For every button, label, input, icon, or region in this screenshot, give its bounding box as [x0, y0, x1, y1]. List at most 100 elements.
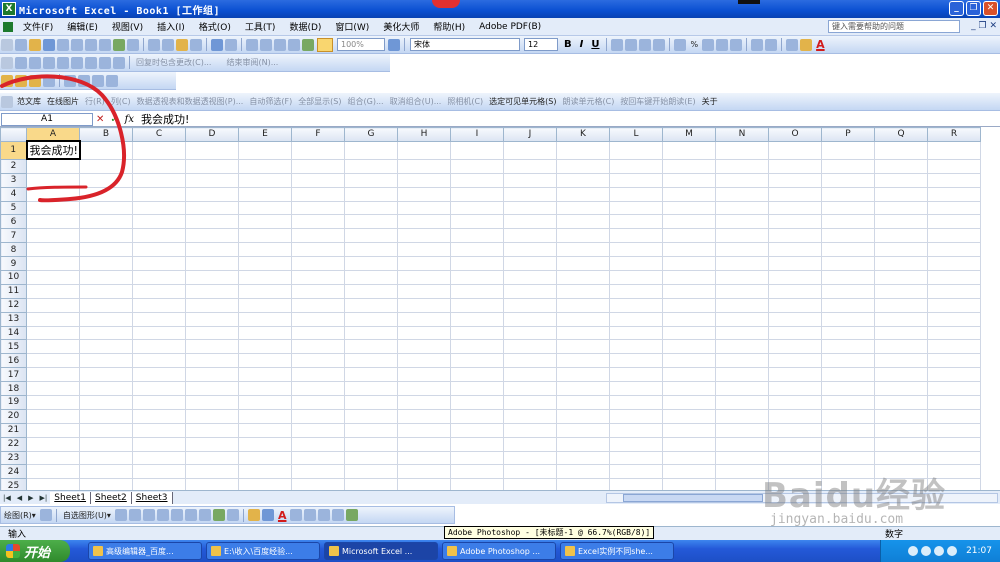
cell-g2[interactable]	[344, 158, 398, 174]
cell-n2[interactable]	[715, 158, 769, 174]
cell-k24[interactable]	[556, 464, 610, 480]
textbox-icon[interactable]	[170, 509, 183, 521]
cell-e18[interactable]	[238, 381, 292, 397]
cell-e20[interactable]	[238, 408, 292, 424]
cell-q19[interactable]	[874, 395, 928, 410]
cell-b19[interactable]	[79, 395, 133, 410]
cell-k1[interactable]	[556, 140, 610, 160]
cell-f19[interactable]	[291, 395, 345, 410]
cell-r11[interactable]	[927, 283, 981, 299]
cell-d23[interactable]	[185, 450, 239, 466]
reply-with-changes-button[interactable]: 回复时包含更改(C)...	[136, 57, 211, 68]
format-painter-icon[interactable]	[190, 38, 202, 51]
cell-h8[interactable]	[397, 242, 451, 258]
cell-r2[interactable]	[927, 158, 981, 174]
cell-f1[interactable]	[291, 140, 345, 160]
percent-button[interactable]: %	[690, 40, 698, 49]
cell-p1[interactable]	[821, 140, 875, 160]
cell-d1[interactable]	[185, 140, 239, 160]
cell-l4[interactable]	[609, 186, 663, 202]
cell-d7[interactable]	[185, 228, 239, 244]
cell-r25[interactable]	[927, 478, 981, 490]
menu-beautify[interactable]: 美化大师	[376, 20, 426, 33]
cell-b21[interactable]	[79, 422, 133, 438]
cell-d4[interactable]	[185, 186, 239, 202]
cell-c19[interactable]	[132, 395, 186, 410]
cell-a21[interactable]	[26, 422, 80, 438]
cell-q2[interactable]	[874, 158, 928, 174]
cell-h9[interactable]	[397, 256, 451, 272]
cell-e3[interactable]	[238, 172, 292, 188]
cell-i9[interactable]	[450, 256, 504, 272]
cell-k9[interactable]	[556, 256, 610, 272]
cell-f23[interactable]	[291, 450, 345, 466]
sheet-tab-1[interactable]: Sheet1	[50, 491, 92, 504]
taskbar-item[interactable]: Adobe Photoshop ...	[442, 542, 556, 560]
cell-f9[interactable]	[291, 256, 345, 272]
cell-f6[interactable]	[291, 214, 345, 230]
cell-q11[interactable]	[874, 283, 928, 299]
cell-p25[interactable]	[821, 478, 875, 490]
cell-f13[interactable]	[291, 311, 345, 327]
merge-center-icon[interactable]	[653, 38, 666, 51]
cell-l14[interactable]	[609, 325, 663, 341]
cell-g10[interactable]	[344, 270, 398, 285]
cell-a6[interactable]	[26, 214, 80, 230]
first-sheet-button[interactable]: |◀	[3, 494, 11, 502]
cell-g8[interactable]	[344, 242, 398, 258]
row-header-13[interactable]: 13	[0, 311, 27, 327]
fill-color-icon[interactable]	[800, 38, 813, 51]
row-header-18[interactable]: 18	[0, 381, 27, 397]
cell-a10[interactable]	[26, 270, 80, 285]
cell-p12[interactable]	[821, 297, 875, 313]
cell-o5[interactable]	[768, 200, 822, 216]
menu-format[interactable]: 格式(O)	[192, 20, 238, 33]
cell-a18[interactable]	[26, 381, 80, 397]
cell-j14[interactable]	[503, 325, 557, 341]
cell-c14[interactable]	[132, 325, 186, 341]
cell-m1[interactable]	[662, 140, 716, 160]
cell-f12[interactable]	[291, 297, 345, 313]
template-library-button[interactable]: 范文库	[17, 96, 41, 107]
cell-a19[interactable]	[26, 395, 80, 410]
cell-m7[interactable]	[662, 228, 716, 244]
select-all-corner[interactable]	[0, 127, 27, 142]
menu-window[interactable]: 窗口(W)	[328, 20, 376, 33]
column-header-l[interactable]: L	[609, 127, 663, 142]
cell-b22[interactable]	[79, 436, 133, 452]
cell-m2[interactable]	[662, 158, 716, 174]
cell-h11[interactable]	[397, 283, 451, 299]
cell-i20[interactable]	[450, 408, 504, 424]
cell-p20[interactable]	[821, 408, 875, 424]
clipart-icon[interactable]	[212, 509, 225, 521]
decrease-decimal-icon[interactable]	[730, 38, 743, 51]
dash-style-icon[interactable]	[304, 509, 317, 521]
column-header-b[interactable]: B	[79, 127, 133, 142]
tool-icon[interactable]	[92, 74, 104, 87]
cell-e1[interactable]	[238, 140, 292, 160]
menu-help[interactable]: 帮助(H)	[426, 20, 472, 33]
row-header-9[interactable]: 9	[0, 256, 27, 272]
cell-l15[interactable]	[609, 339, 663, 355]
cell-k15[interactable]	[556, 339, 610, 355]
cell-r21[interactable]	[927, 422, 981, 438]
cell-b8[interactable]	[79, 242, 133, 258]
cell-l23[interactable]	[609, 450, 663, 466]
cell-r17[interactable]	[927, 367, 981, 383]
cell-p22[interactable]	[821, 436, 875, 452]
cell-c18[interactable]	[132, 381, 186, 397]
cell-n16[interactable]	[715, 353, 769, 369]
cell-i7[interactable]	[450, 228, 504, 244]
cell-c13[interactable]	[132, 311, 186, 327]
new-icon[interactable]	[15, 38, 27, 51]
cell-c8[interactable]	[132, 242, 186, 258]
speak-on-enter-button[interactable]: 按回车键开始朗读(E)	[620, 96, 695, 107]
cell-l16[interactable]	[609, 353, 663, 369]
cell-n11[interactable]	[715, 283, 769, 299]
cell-f5[interactable]	[291, 200, 345, 216]
cell-a24[interactable]	[26, 464, 80, 480]
cell-g19[interactable]	[344, 395, 398, 410]
row-header-12[interactable]: 12	[0, 297, 27, 313]
column-header-m[interactable]: M	[662, 127, 716, 142]
cell-a8[interactable]	[26, 242, 80, 258]
